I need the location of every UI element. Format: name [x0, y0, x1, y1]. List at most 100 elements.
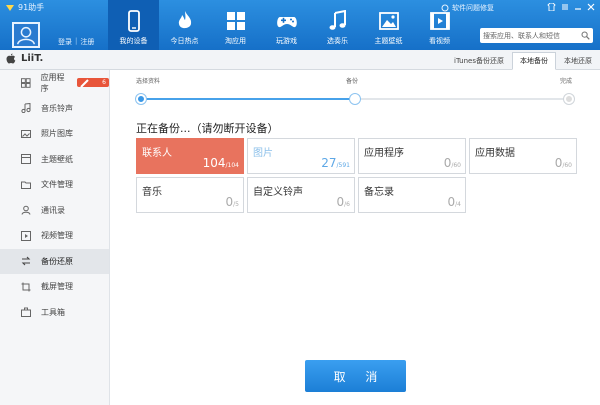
backup-item-photos[interactable]: 图片 27/591: [247, 138, 355, 174]
login-link[interactable]: 登录: [58, 37, 72, 47]
nav-label: 今日热点: [170, 37, 199, 45]
folder-icon: [21, 181, 31, 189]
backup-items-grid: 联系人 104/104 图片 27/591 应用程序 0/60 应用数据 0/6…: [136, 138, 577, 213]
nav-games[interactable]: 玩游戏: [261, 0, 312, 50]
nav-wallpapers[interactable]: 主题壁纸: [363, 0, 414, 50]
item-count: 0/5: [226, 195, 239, 209]
item-count-value: 0: [225, 195, 234, 209]
apple-icon: [6, 53, 16, 64]
register-link[interactable]: 注册: [80, 37, 94, 47]
item-count-value: 0: [336, 195, 345, 209]
sidebar-item-photos[interactable]: 照片图库: [0, 121, 109, 147]
backup-item-contacts[interactable]: 联系人 104/104: [136, 138, 244, 174]
nav-label: 淘应用: [225, 37, 246, 45]
sidebar: 应用程序 6 音乐铃声 照片图库 主题壁纸 文件管理 通讯录 视频管理 备份还原…: [0, 70, 110, 405]
item-count-value: 0: [447, 195, 456, 209]
item-name: 备忘录: [364, 187, 394, 198]
search-icon[interactable]: [581, 31, 590, 40]
backup-icon: [21, 256, 31, 266]
step-progress: [140, 98, 354, 100]
nav-label: 我的设备: [119, 37, 148, 45]
search-input[interactable]: 搜索应用、联系人和短信: [480, 28, 593, 43]
toolbox-icon: [21, 307, 31, 318]
update-badge: 6: [77, 78, 109, 88]
sidebar-item-toolbox[interactable]: 工具箱: [0, 300, 109, 326]
nav-label: 看视频: [429, 37, 450, 45]
sidebar-item-videos[interactable]: 视频管理: [0, 223, 109, 249]
feedback-link[interactable]: 软件问题修复: [441, 3, 494, 13]
minimize-icon[interactable]: [574, 3, 582, 11]
item-count-total: /591: [336, 162, 350, 169]
item-count-total: /6: [344, 201, 350, 208]
app-title-text: 91助手: [18, 3, 45, 12]
backup-item-apps[interactable]: 应用程序 0/60: [358, 138, 466, 174]
top-header: 91助手 登录 | 注册 我的设备 今日热点 淘应用 玩游戏 选奏乐 主题壁纸 …: [0, 0, 600, 50]
item-count-value: 104: [202, 156, 226, 170]
sidebar-item-label: 工具箱: [41, 307, 65, 317]
sidebar-item-screenshots[interactable]: 截屏管理: [0, 274, 109, 300]
sidebar-item-files[interactable]: 文件管理: [0, 172, 109, 198]
item-count-total: /104: [225, 162, 239, 169]
backup-item-ringtones[interactable]: 自定义铃声 0/6: [247, 177, 355, 213]
backup-item-memos[interactable]: 备忘录 0/4: [358, 177, 466, 213]
item-name: 自定义铃声: [253, 187, 303, 198]
update-icon: [80, 79, 89, 88]
item-count: 0/4: [448, 195, 461, 209]
step-label-select: 选择资料: [136, 78, 161, 85]
sidebar-item-music[interactable]: 音乐铃声: [0, 96, 109, 122]
nav-music[interactable]: 选奏乐: [312, 0, 363, 50]
tab-local-restore[interactable]: 本地还原: [556, 52, 600, 70]
music-icon: [21, 103, 31, 114]
item-count-total: /60: [562, 162, 572, 169]
apps-icon: [21, 77, 31, 88]
nav-my-device[interactable]: 我的设备: [108, 0, 159, 50]
item-count: 0/60: [444, 156, 461, 170]
item-name: 应用数据: [475, 148, 515, 159]
nav-apps[interactable]: 淘应用: [210, 0, 261, 50]
item-count-total: /60: [451, 162, 461, 169]
menu-icon[interactable]: [561, 3, 569, 11]
video-icon: [21, 230, 31, 241]
nav-label: 玩游戏: [276, 37, 297, 45]
sidebar-item-wallpapers[interactable]: 主题壁纸: [0, 147, 109, 173]
device-name: LiiT.: [6, 53, 43, 64]
app-logo-icon: [6, 4, 14, 11]
device-bar: LiiT. iTunes备份还原 本地备份 本地还原: [0, 50, 600, 70]
item-count: 0/60: [555, 156, 572, 170]
flame-icon: [178, 11, 191, 29]
window-controls: [547, 3, 595, 11]
cancel-button[interactable]: 取 消: [305, 360, 406, 392]
nav-hot-today[interactable]: 今日热点: [159, 0, 210, 50]
sidebar-item-label: 照片图库: [41, 129, 73, 139]
backup-tabs: iTunes备份还原 本地备份 本地还原: [446, 52, 600, 70]
skin-icon[interactable]: [547, 3, 556, 11]
item-count-total: /5: [233, 201, 239, 208]
item-count: 104/104: [203, 156, 239, 170]
backup-item-music[interactable]: 音乐 0/5: [136, 177, 244, 213]
search-placeholder: 搜索应用、联系人和短信: [483, 31, 560, 40]
sidebar-item-backup-restore[interactable]: 备份还原: [0, 248, 109, 274]
wallpaper-icon: [21, 154, 31, 165]
sidebar-item-label: 视频管理: [41, 231, 73, 241]
backup-item-app-data[interactable]: 应用数据 0/60: [469, 138, 577, 174]
progress-steps: 选择资料 备份 完成: [110, 70, 600, 110]
contacts-icon: [21, 205, 31, 215]
grid-icon: [226, 12, 245, 30]
update-count: 6: [102, 79, 106, 87]
sidebar-item-apps[interactable]: 应用程序 6: [0, 70, 109, 96]
wrench-icon: [441, 4, 449, 12]
item-count-total: /4: [455, 201, 461, 208]
close-icon[interactable]: [587, 3, 595, 11]
sidebar-item-label: 主题壁纸: [41, 154, 73, 164]
sidebar-item-label: 音乐铃声: [41, 103, 73, 113]
sidebar-item-label: 文件管理: [41, 180, 73, 190]
avatar[interactable]: [12, 22, 40, 48]
sidebar-item-contacts[interactable]: 通讯录: [0, 198, 109, 224]
item-name: 图片: [253, 148, 273, 159]
photo-icon: [21, 129, 31, 138]
sidebar-item-label: 备份还原: [41, 256, 73, 266]
tab-itunes-backup[interactable]: iTunes备份还原: [446, 52, 512, 70]
tab-local-backup[interactable]: 本地备份: [512, 52, 556, 70]
step-dot-done: [564, 94, 574, 104]
item-name: 音乐: [142, 187, 162, 198]
